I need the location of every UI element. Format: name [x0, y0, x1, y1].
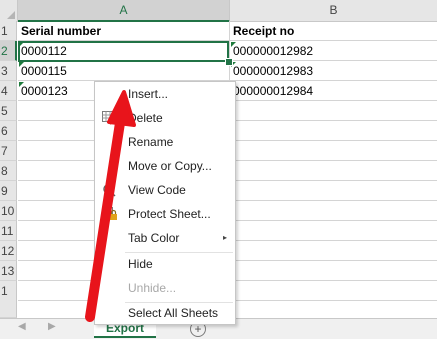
row-header-5[interactable]: 5 — [0, 101, 17, 121]
row-header-6[interactable]: 6 — [0, 121, 17, 141]
cell-a3[interactable]: 0000115 — [18, 61, 229, 81]
select-all-triangle-icon — [7, 11, 15, 19]
row-header-10[interactable]: 10 — [0, 201, 17, 221]
menu-item-delete[interactable]: Delete — [95, 107, 235, 129]
number-as-text-indicator-icon — [19, 82, 24, 87]
delete-sheet-icon — [102, 111, 118, 125]
row-header-13[interactable]: 13 — [0, 261, 17, 281]
sheet-tab-context-menu: Insert... Delete Rename Move or Copy... … — [94, 81, 236, 325]
cell-b1-receipt-no-header[interactable]: Receipt no — [230, 21, 437, 41]
menu-item-move-or-copy[interactable]: Move or Copy... — [95, 155, 235, 177]
menu-item-label: Select All Sheets — [128, 306, 219, 320]
column-header-bar: A B — [0, 0, 437, 22]
cell-b4[interactable]: 000000012984 — [230, 81, 437, 101]
cell-b2[interactable]: 000000012982 — [230, 41, 437, 61]
menu-item-label: Move or Copy... — [128, 159, 212, 173]
row-header-11[interactable]: 11 — [0, 221, 17, 241]
menu-item-view-code[interactable]: View Code — [95, 179, 235, 201]
menu-item-hide[interactable]: Hide — [95, 253, 235, 275]
menu-item-tab-color[interactable]: Tab Color ▸ — [95, 227, 235, 249]
menu-item-select-all-sheets[interactable]: Select All Sheets — [95, 302, 235, 324]
row-header-3[interactable]: 3 — [0, 61, 17, 81]
row-header-8[interactable]: 8 — [0, 161, 17, 181]
next-sheet-arrow-icon[interactable]: ▶ — [48, 321, 56, 332]
menu-item-insert[interactable]: Insert... — [95, 83, 235, 105]
menu-item-label: Delete — [128, 111, 163, 125]
menu-item-unhide: Unhide... — [95, 277, 235, 299]
row-header-9[interactable]: 9 — [0, 181, 17, 201]
protect-sheet-icon — [102, 207, 117, 220]
fill-handle[interactable] — [225, 58, 233, 66]
menu-item-label: Hide — [128, 257, 153, 271]
menu-item-rename[interactable]: Rename — [95, 131, 235, 153]
cell-a1-serial-number-header[interactable]: Serial number — [18, 21, 229, 41]
menu-item-label: View Code — [128, 183, 186, 197]
cell-b3[interactable]: 000000012983 — [230, 61, 437, 81]
view-code-icon — [103, 184, 116, 197]
number-as-text-indicator-icon — [231, 42, 236, 47]
row-header-1[interactable]: 1 — [0, 21, 17, 41]
menu-item-label: Insert... — [128, 87, 169, 101]
row-header-12[interactable]: 12 — [0, 241, 17, 261]
row-header-7[interactable]: 7 — [0, 141, 17, 161]
menu-item-label: Rename — [128, 135, 174, 149]
row-header-4[interactable]: 4 — [0, 81, 17, 101]
number-as-text-indicator-icon — [19, 62, 24, 67]
column-header-a[interactable]: A — [18, 0, 230, 22]
active-cell-selection — [18, 41, 229, 62]
previous-sheet-arrow-icon[interactable]: ◀ — [18, 321, 26, 332]
menu-item-label: Protect Sheet... — [128, 207, 211, 221]
menu-item-label: Unhide... — [128, 281, 177, 295]
menu-item-protect-sheet[interactable]: Protect Sheet... — [95, 203, 235, 225]
row-header-14[interactable]: 1 — [0, 281, 17, 318]
column-header-b[interactable]: B — [230, 0, 437, 21]
menu-item-label: Tab Color — [128, 231, 180, 245]
select-all-corner[interactable] — [0, 0, 18, 21]
submenu-arrow-icon: ▸ — [222, 233, 227, 242]
row-header-2[interactable]: 2 — [0, 41, 17, 61]
